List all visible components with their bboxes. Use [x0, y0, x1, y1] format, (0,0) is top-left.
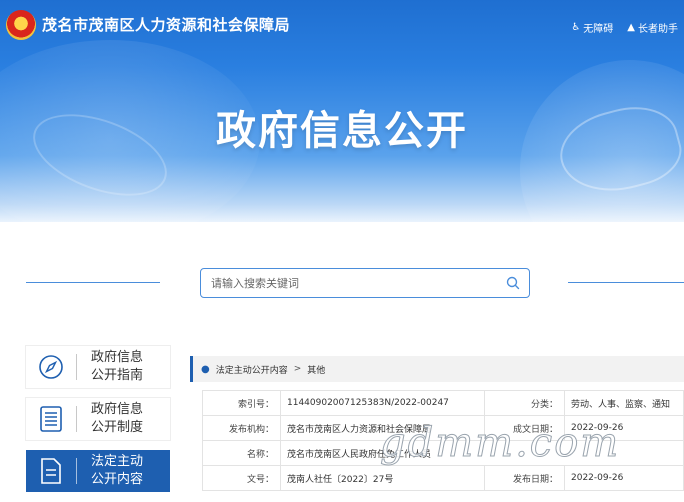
meta-value: 劳动、人事、监察、通知	[564, 390, 684, 416]
meta-key: 文号：	[202, 465, 281, 491]
compass-icon	[26, 346, 76, 388]
meta-value: 茂名市茂南区人力资源和社会保障局	[280, 415, 485, 441]
site-title[interactable]: 茂名市茂南区人力资源和社会保障局	[42, 14, 290, 35]
meta-value: 11440902007125383N/2022-00247	[280, 390, 485, 416]
document-meta-table: 索引号： 11440902007125383N/2022-00247 分类： 劳…	[202, 390, 684, 491]
sidebar-item-content[interactable]: 法定主动 公开内容	[26, 450, 170, 492]
meta-key: 名称：	[202, 440, 281, 466]
meta-value: 茂南人社任〔2022〕27号	[280, 465, 485, 491]
breadcrumb-item[interactable]: 法定主动公开内容	[216, 363, 288, 376]
breadcrumb: ● 法定主动公开内容 > 其他	[190, 356, 684, 382]
search-icon	[506, 276, 520, 290]
meta-value: 茂名市茂南区人民政府任免工作人员	[280, 440, 684, 466]
elder-mode-label: 长者助手	[638, 24, 678, 35]
header-banner: 茂名市茂南区人力资源和社会保障局 ♿ 无障碍 ▲ 长者助手 政府信息公开	[0, 0, 684, 222]
sidebar-item-label: 政府信息 公开制度	[91, 402, 144, 435]
document-icon	[26, 450, 76, 492]
sidebar-item-guide[interactable]: 政府信息 公开指南	[26, 346, 170, 388]
meta-key: 发布日期：	[484, 465, 565, 491]
table-row: 发布机构： 茂名市茂南区人力资源和社会保障局 成文日期： 2022-09-26	[202, 415, 684, 441]
separator	[76, 458, 77, 484]
meta-value: 2022-09-26	[564, 465, 684, 491]
elder-mode-icon: ▲	[627, 22, 635, 33]
search-box	[200, 268, 530, 298]
page-title: 政府信息公开	[216, 108, 468, 154]
sidebar-item-label: 法定主动 公开内容	[91, 454, 144, 487]
breadcrumb-item[interactable]: 其他	[307, 363, 325, 376]
breadcrumb-separator: >	[293, 364, 302, 374]
divider	[568, 282, 684, 283]
table-row: 索引号： 11440902007125383N/2022-00247 分类： 劳…	[202, 390, 684, 416]
location-pin-icon: ●	[201, 363, 210, 375]
sidebar-item-label: 政府信息 公开指南	[91, 350, 144, 383]
top-links: ♿ 无障碍 ▲ 长者助手	[571, 20, 678, 35]
table-row: 名称： 茂名市茂南区人民政府任免工作人员	[202, 440, 684, 466]
meta-key: 分类：	[484, 390, 565, 416]
sidebar-item-system[interactable]: 政府信息 公开制度	[26, 398, 170, 440]
meta-key: 索引号：	[202, 390, 281, 416]
meta-key: 发布机构：	[202, 415, 281, 441]
search-button[interactable]	[497, 269, 529, 297]
list-document-icon	[26, 398, 76, 440]
search-input[interactable]	[201, 269, 497, 297]
national-emblem-icon	[6, 10, 36, 40]
meta-key: 成文日期：	[484, 415, 565, 441]
separator	[76, 354, 77, 380]
accessibility-label: 无障碍	[583, 24, 614, 35]
table-row: 文号： 茂南人社任〔2022〕27号 发布日期： 2022-09-26	[202, 465, 684, 491]
separator	[76, 406, 77, 432]
meta-value: 2022-09-26	[564, 415, 684, 441]
top-bar: 茂名市茂南区人力资源和社会保障局 ♿ 无障碍 ▲ 长者助手	[0, 0, 684, 52]
accessibility-icon: ♿	[571, 22, 581, 33]
elder-mode-link[interactable]: ▲ 长者助手	[627, 20, 678, 35]
accessibility-link[interactable]: ♿ 无障碍	[571, 20, 613, 35]
divider	[26, 282, 160, 283]
